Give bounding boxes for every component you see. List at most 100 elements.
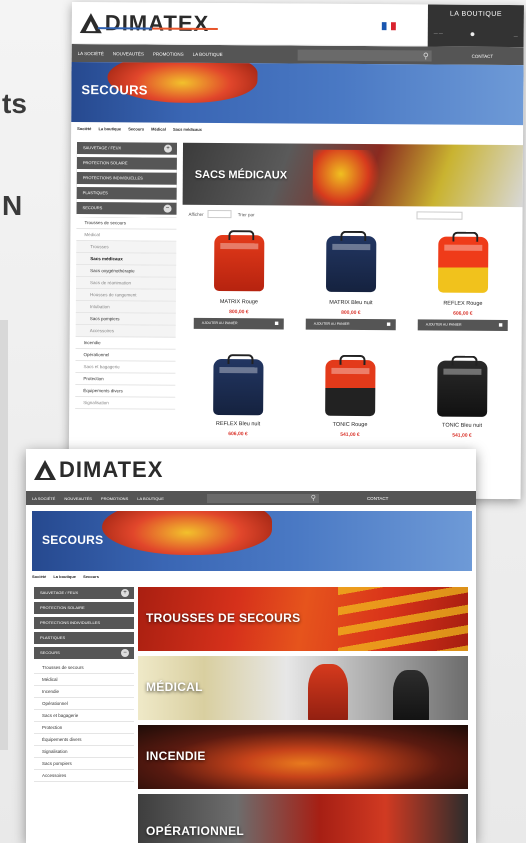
sidebar-item-secours[interactable]: SECOURS −: [76, 202, 177, 218]
nav-item-contact[interactable]: CONTACT: [367, 496, 388, 501]
nav-item-boutique[interactable]: LA BOUTIQUE: [137, 496, 164, 501]
product-image[interactable]: [213, 358, 264, 416]
sidebar-item-plastiques[interactable]: PLASTIQUES: [34, 632, 134, 647]
sidebar-item-protection-solaire[interactable]: PROTECTION SOLAIRE: [76, 157, 177, 173]
add-to-cart-button[interactable]: AJOUTER AU PANIER ■: [417, 319, 508, 332]
breadcrumb-item[interactable]: La boutique: [53, 574, 76, 579]
dimatex-logo[interactable]: DIMATEX: [34, 457, 163, 483]
nav-item-promotions[interactable]: PROMOTIONS: [101, 496, 128, 501]
sidebar-subitem[interactable]: Trousses de secours: [76, 217, 177, 230]
breadcrumb-item[interactable]: Secours: [128, 126, 144, 131]
product-name[interactable]: TONIC Rouge: [299, 422, 401, 429]
sidebar-item-sauvetage[interactable]: SAUVETAGE / FEUX +: [34, 587, 134, 602]
product-card[interactable]: REFLEX Rouge 606,00 € AJOUTER AU PANIER ■: [412, 228, 515, 353]
sidebar-subitem[interactable]: Accessoires: [34, 770, 134, 782]
breadcrumb-item[interactable]: Sacs médicaux: [173, 127, 202, 132]
sidebar-subitem[interactable]: Signalisation: [75, 397, 176, 410]
product-name[interactable]: MATRIX Bleu nuit: [300, 300, 402, 307]
product-image[interactable]: [213, 234, 265, 292]
nav-item-nouveautes[interactable]: NOUVEAUTÉS: [113, 51, 144, 56]
search-icon[interactable]: ⚲: [423, 50, 429, 61]
sort-select[interactable]: [416, 211, 463, 220]
shop-box[interactable]: LA BOUTIQUE — — ● —: [427, 4, 524, 48]
product-name[interactable]: REFLEX Bleu nuit: [187, 421, 289, 428]
per-page-select[interactable]: [207, 209, 232, 219]
sidebar-subitem[interactable]: Intubation: [75, 301, 176, 314]
sidebar-subitem[interactable]: Équipements divers: [34, 734, 134, 746]
logo-triangle-icon: [34, 460, 56, 480]
sidebar-item-protection-solaire[interactable]: PROTECTION SOLAIRE: [34, 602, 134, 617]
account-link[interactable]: — —: [434, 31, 443, 36]
sidebar-subitem[interactable]: Sacs et bagagerie: [34, 710, 134, 722]
expand-icon[interactable]: +: [121, 589, 129, 597]
tile-title: TROUSSES DE SECOURS: [146, 611, 301, 625]
sidebar-subitem[interactable]: Incendie: [34, 686, 134, 698]
breadcrumb-item[interactable]: Secours: [83, 574, 99, 579]
breadcrumb-item[interactable]: La boutique: [98, 126, 121, 131]
sidebar-item-protections[interactable]: PROTECTIONS INDIVIDUELLES: [34, 617, 134, 632]
nav-item-societe[interactable]: LA SOCIÉTÉ: [78, 51, 104, 56]
sidebar-subitem[interactable]: Sacs et bagagerie: [75, 361, 176, 374]
sidebar-subitem[interactable]: Housses de rangement: [75, 289, 176, 302]
sidebar-subitem[interactable]: Sacs médicaux: [76, 253, 177, 266]
sidebar-subitem[interactable]: Accessoires: [75, 325, 176, 338]
site-header: DIMATEX LA BOUTIQUE — — ● —: [71, 2, 524, 48]
sidebar-subitem[interactable]: Trousses: [76, 241, 177, 254]
sidebar-item-secours[interactable]: SECOURS −: [34, 647, 134, 662]
sidebar-subitem[interactable]: Protection: [34, 722, 134, 734]
sidebar-item-protections[interactable]: PROTECTIONS INDIVIDUELLES: [76, 172, 177, 188]
tile-operationnel[interactable]: OPÉRATIONNEL: [138, 794, 468, 843]
sidebar-subitem[interactable]: Sacs oxygénothérapie: [76, 265, 177, 278]
sidebar-subitem[interactable]: Médical: [34, 674, 134, 686]
product-name[interactable]: MATRIX Rouge: [188, 299, 290, 306]
product-card[interactable]: MATRIX Bleu nuit 800,00 € AJOUTER AU PANIE…: [300, 228, 403, 353]
sidebar-subitem[interactable]: Opérationnel: [34, 698, 134, 710]
sidebar-item-label: SECOURS: [40, 650, 60, 655]
sidebar-item-plastiques[interactable]: PLASTIQUES: [76, 187, 177, 203]
sidebar-subitem[interactable]: Sacs pompiers: [75, 313, 176, 326]
sidebar-item-sauvetage[interactable]: SAUVETAGE / FEUX +: [76, 142, 178, 158]
expand-icon[interactable]: +: [163, 144, 173, 153]
nav-item-contact[interactable]: CONTACT: [472, 53, 493, 58]
language-flag-icon[interactable]: [381, 22, 396, 31]
main-nav: LA SOCIÉTÉ NOUVEAUTÉS PROMOTIONS LA BOUT…: [26, 491, 476, 505]
sidebar-subitem[interactable]: Équipements divers: [75, 385, 176, 398]
product-image[interactable]: [437, 236, 489, 293]
nav-item-boutique[interactable]: LA BOUTIQUE: [193, 51, 223, 56]
breadcrumb-item[interactable]: Médical: [151, 127, 166, 132]
tile-medical[interactable]: MÉDICAL: [138, 656, 468, 720]
search-icon[interactable]: ⚲: [311, 494, 316, 503]
screenshot-category-page: DIMATEX LA BOUTIQUE — — ● — LA SOCIÉTÉ N…: [68, 2, 524, 500]
tile-title: MÉDICAL: [146, 680, 203, 694]
add-to-cart-button[interactable]: AJOUTER AU PANIER ■: [193, 317, 284, 330]
sidebar-item-label: PLASTIQUES: [82, 190, 108, 196]
product-image[interactable]: [325, 359, 376, 417]
collapse-icon[interactable]: −: [163, 204, 172, 213]
breadcrumb-item[interactable]: Société: [77, 126, 91, 131]
sidebar-subitem[interactable]: Médical: [76, 229, 177, 242]
cart-icon[interactable]: ●: [470, 29, 476, 39]
product-image[interactable]: [325, 235, 377, 293]
tile-trousses[interactable]: TROUSSES DE SECOURS: [138, 587, 468, 651]
search-input[interactable]: ⚲: [206, 493, 319, 503]
sidebar-subitem[interactable]: Incendie: [75, 337, 176, 350]
product-name[interactable]: REFLEX Rouge: [412, 300, 514, 307]
sidebar-subitem[interactable]: Protection: [75, 373, 176, 386]
product-card[interactable]: MATRIX Rouge 800,00 € AJOUTER AU PANIER ■: [188, 227, 291, 352]
collapse-icon[interactable]: −: [121, 649, 129, 657]
dimatex-logo[interactable]: DIMATEX: [79, 10, 209, 37]
add-to-cart-button[interactable]: AJOUTER AU PANIER ■: [305, 318, 396, 331]
sidebar-subitem[interactable]: Signalisation: [34, 746, 134, 758]
product-name[interactable]: TONIC Bleu nuit: [411, 422, 513, 429]
sidebar-subitem[interactable]: Sacs de réanimation: [75, 277, 177, 290]
product-image[interactable]: [437, 360, 488, 417]
nav-item-societe[interactable]: LA SOCIÉTÉ: [32, 496, 55, 501]
nav-item-promotions[interactable]: PROMOTIONS: [153, 51, 184, 56]
tile-incendie[interactable]: INCENDIE: [138, 725, 468, 789]
breadcrumb-item[interactable]: Société: [32, 574, 46, 579]
sidebar-subitem[interactable]: Opérationnel: [75, 349, 176, 362]
sidebar-subitem[interactable]: Sacs pompiers: [34, 758, 134, 770]
nav-item-nouveautes[interactable]: NOUVEAUTÉS: [64, 496, 92, 501]
search-input[interactable]: ⚲: [297, 49, 432, 62]
sidebar-subitem[interactable]: Trousses de secours: [34, 662, 134, 674]
